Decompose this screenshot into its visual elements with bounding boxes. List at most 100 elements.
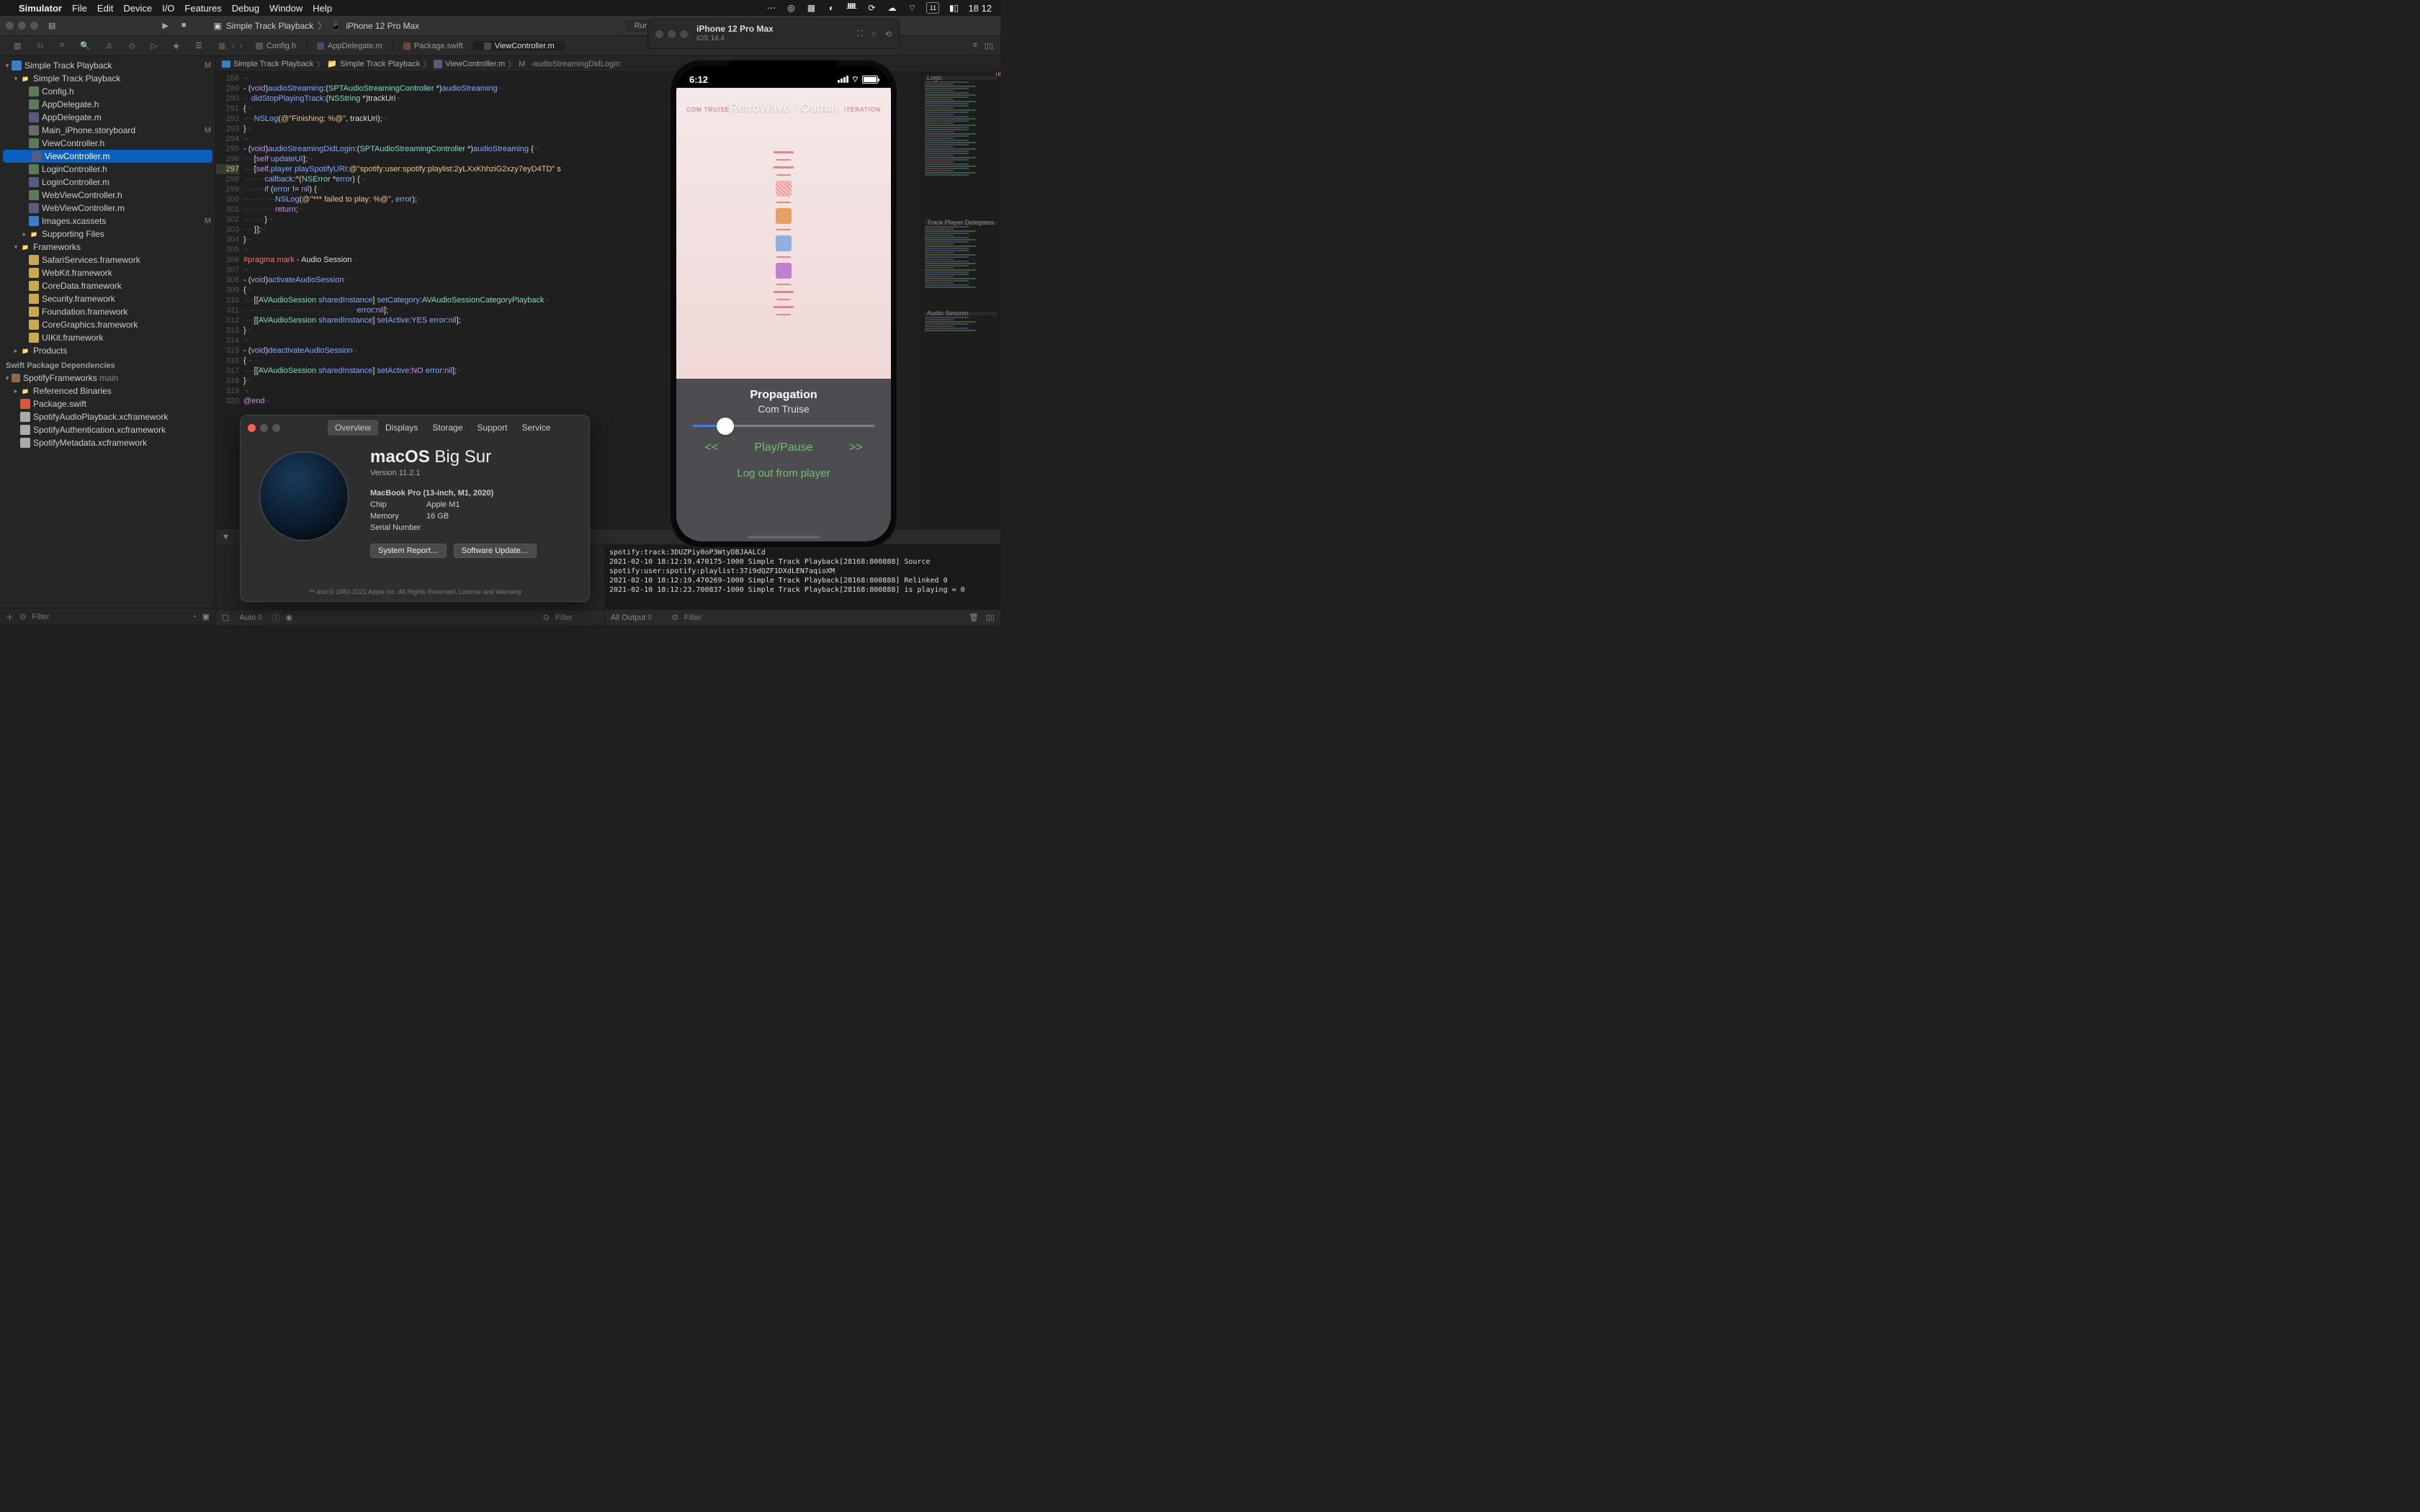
tree-file[interactable]: Security.framework: [0, 292, 215, 305]
screenshot-icon[interactable]: ⛶: [857, 30, 863, 39]
tab-support[interactable]: Support: [470, 420, 514, 436]
tree-file[interactable]: SafariServices.framework: [0, 253, 215, 266]
tree-file[interactable]: Config.h: [0, 85, 215, 98]
recent-icon[interactable]: ◔: [192, 613, 197, 621]
tree-file[interactable]: WebViewController.m: [0, 202, 215, 215]
tree-file-selected[interactable]: ViewController.m: [3, 150, 212, 163]
tree-group[interactable]: ▸📁Products: [0, 344, 215, 357]
tree-group[interactable]: ▸📁Referenced Binaries: [0, 384, 215, 397]
test-nav-icon[interactable]: ◇: [129, 41, 135, 50]
tree-file[interactable]: SpotifyAuthentication.xcframework: [0, 423, 215, 436]
forward-icon[interactable]: ›: [240, 42, 243, 50]
console-output[interactable]: spotify:track:3DUZPiy0oP3WtyDBJAALCd 202…: [605, 545, 1000, 609]
tree-group[interactable]: ▾📁Frameworks: [0, 240, 215, 253]
date-icon[interactable]: 11: [926, 2, 939, 14]
tree-file[interactable]: Foundation.framework: [0, 305, 215, 318]
editor-layout-icon[interactable]: ▦: [218, 41, 225, 50]
trash-icon[interactable]: 🗑: [969, 613, 979, 622]
menu-debug[interactable]: Debug: [232, 3, 259, 14]
menu-help[interactable]: Help: [313, 3, 332, 14]
battery-icon[interactable]: ▮▯: [948, 2, 959, 14]
tree-file[interactable]: CoreGraphics.framework: [0, 318, 215, 331]
tab-overview[interactable]: Overview: [328, 420, 378, 436]
editor-tab[interactable]: ViewController.m: [473, 41, 565, 50]
breakpoint-nav-icon[interactable]: ◈: [173, 41, 179, 50]
issue-nav-icon[interactable]: ⚠: [106, 41, 113, 50]
navigator-filter[interactable]: [32, 613, 186, 621]
status-icon[interactable]: ▦: [805, 2, 817, 14]
quicklook-icon[interactable]: ◉: [286, 613, 293, 622]
menu-window[interactable]: Window: [269, 3, 302, 14]
add-icon[interactable]: ＋: [6, 611, 14, 623]
play-pause-button[interactable]: Play/Pause: [755, 441, 813, 454]
find-nav-icon[interactable]: 🔍: [80, 41, 90, 50]
scheme-selector[interactable]: ▣ Simple Track Playback 〉 📱 iPhone 12 Pr…: [214, 19, 420, 32]
software-update-button[interactable]: Software Update…: [454, 544, 537, 558]
app-name[interactable]: Simulator: [19, 3, 62, 14]
tree-package[interactable]: ▾SpotifyFrameworks main: [0, 372, 215, 384]
report-nav-icon[interactable]: ☰: [195, 41, 202, 50]
run-button[interactable]: ▶: [162, 21, 168, 30]
scope-selector[interactable]: Auto ◊: [239, 613, 261, 622]
filter-icon[interactable]: ⊙: [543, 613, 550, 622]
panes-icon[interactable]: ▯▯: [986, 613, 995, 622]
clock[interactable]: 18 12: [968, 3, 992, 14]
menu-device[interactable]: Device: [123, 3, 152, 14]
tree-file[interactable]: UIKit.framework: [0, 331, 215, 344]
menu-file[interactable]: File: [72, 3, 87, 14]
symbol-nav-icon[interactable]: ⌗: [60, 41, 64, 50]
add-editor-icon[interactable]: ▯▯: [985, 41, 993, 50]
tab-displays[interactable]: Displays: [378, 420, 425, 436]
output-selector[interactable]: All Output ◊: [611, 613, 652, 622]
editor-options-icon[interactable]: ≡: [972, 41, 977, 50]
scm-icon[interactable]: ▣: [202, 612, 210, 621]
status-icon[interactable]: ◎: [785, 2, 797, 14]
tree-file[interactable]: Package.swift: [0, 397, 215, 410]
status-icon[interactable]: ⟳: [866, 2, 877, 14]
wifi-icon[interactable]: ⌔: [906, 2, 918, 14]
tree-file[interactable]: LoginController.h: [0, 163, 215, 176]
tree-file[interactable]: Images.xcassetsM: [0, 215, 215, 228]
tab-service[interactable]: Service: [514, 420, 557, 436]
filter-icon[interactable]: ⊙: [672, 613, 678, 622]
toggle-debug-icon[interactable]: ▼: [222, 533, 230, 541]
tree-file[interactable]: Main_iPhone.storyboardM: [0, 124, 215, 137]
filter-icon[interactable]: ⊙: [19, 612, 26, 621]
tree-file[interactable]: WebViewController.h: [0, 189, 215, 202]
simulator-window-tab[interactable]: iPhone 12 Pro Max iOS 14.4 ⛶ ⌂ ⟲: [647, 19, 900, 49]
rotate-icon[interactable]: ⟲: [885, 30, 892, 39]
traffic-lights[interactable]: [655, 30, 688, 38]
editor-tab[interactable]: Package.swift: [393, 41, 473, 50]
editor-tab[interactable]: Config.h: [245, 41, 306, 50]
tree-file[interactable]: SpotifyMetadata.xcframework: [0, 436, 215, 449]
info-icon[interactable]: ⓘ: [272, 612, 280, 624]
system-report-button[interactable]: System Report…: [370, 544, 447, 558]
tree-file[interactable]: WebKit.framework: [0, 266, 215, 279]
variables-filter[interactable]: [555, 613, 599, 622]
tree-file[interactable]: SpotifyAudioPlayback.xcframework: [0, 410, 215, 423]
about-this-mac-window[interactable]: Overview Displays Storage Support Servic…: [240, 415, 590, 602]
status-icon[interactable]: ᚙ: [846, 2, 857, 14]
tree-root[interactable]: ▾Simple Track PlaybackM: [0, 59, 215, 72]
traffic-lights[interactable]: [6, 22, 38, 30]
tree-file[interactable]: ViewController.h: [0, 137, 215, 150]
next-button[interactable]: >>: [849, 441, 863, 454]
tab-storage[interactable]: Storage: [425, 420, 470, 436]
menu-io[interactable]: I/O: [162, 3, 174, 14]
status-icon[interactable]: ◐: [825, 2, 837, 14]
tree-group[interactable]: ▾📁Simple Track Playback: [0, 72, 215, 85]
editor-tab[interactable]: AppDelegate.m: [306, 41, 393, 50]
traffic-lights[interactable]: [248, 424, 280, 432]
back-icon[interactable]: ‹: [232, 42, 235, 50]
previous-button[interactable]: <<: [704, 441, 718, 454]
status-icon[interactable]: ⋯: [765, 2, 776, 14]
scope-icon[interactable]: ▢: [222, 613, 229, 622]
source-control-icon[interactable]: ⎌: [37, 41, 44, 50]
stop-button[interactable]: ■: [182, 21, 187, 30]
progress-slider[interactable]: [693, 425, 874, 427]
menu-features[interactable]: Features: [184, 3, 221, 14]
home-indicator[interactable]: [748, 536, 820, 539]
cloud-icon[interactable]: ☁: [886, 2, 897, 14]
sidebar-toggle-icon[interactable]: ▤: [48, 21, 55, 30]
project-nav-icon[interactable]: ▥: [14, 41, 21, 50]
